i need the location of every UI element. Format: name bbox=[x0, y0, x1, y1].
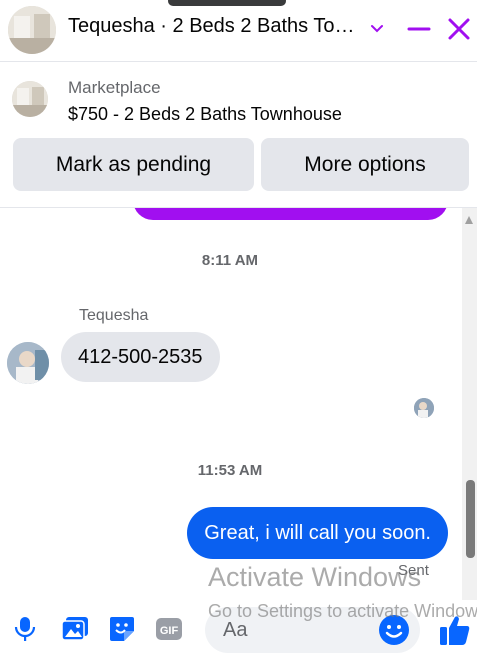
gif-label: GIF bbox=[160, 625, 179, 637]
listing-title[interactable]: $750 - 2 Beds 2 Baths Townhouse bbox=[68, 104, 342, 125]
incoming-message-bubble[interactable]: 412-500-2535 bbox=[61, 332, 220, 382]
scroll-up-arrow-icon[interactable] bbox=[465, 216, 473, 224]
microphone-icon[interactable] bbox=[10, 614, 40, 644]
chevron-down-icon[interactable] bbox=[362, 14, 392, 44]
marketplace-listing-panel: Marketplace $750 - 2 Beds 2 Baths Townho… bbox=[0, 63, 477, 208]
conversation-title[interactable]: Tequesha · 2 Beds 2 Baths Townhouse bbox=[68, 15, 358, 38]
photo-icon[interactable] bbox=[60, 614, 90, 644]
minimize-icon[interactable] bbox=[404, 14, 434, 44]
avatar[interactable] bbox=[7, 342, 49, 384]
timestamp: 11:53 AM bbox=[197, 462, 263, 479]
previous-outgoing-bubble bbox=[133, 208, 448, 220]
sender-name: Tequesha bbox=[79, 307, 149, 324]
sticker-icon[interactable] bbox=[107, 614, 137, 644]
listing-avatar[interactable] bbox=[8, 6, 56, 54]
activate-windows-subtext: Go to Settings to activate Windows. bbox=[208, 601, 477, 621]
message-thread[interactable]: 8:11 AM Tequesha 412-500-2535 11:53 AM G… bbox=[0, 208, 460, 600]
seen-indicator-avatar bbox=[414, 398, 434, 418]
top-tab-indicator bbox=[168, 0, 286, 6]
chat-header: Tequesha · 2 Beds 2 Baths Townhouse bbox=[0, 0, 477, 62]
marketplace-label: Marketplace bbox=[68, 78, 161, 97]
outgoing-message-bubble[interactable]: Great, i will call you soon. bbox=[187, 507, 448, 559]
mark-as-pending-button[interactable]: Mark as pending bbox=[13, 138, 254, 191]
more-options-button[interactable]: More options bbox=[261, 138, 469, 191]
close-icon[interactable] bbox=[444, 14, 474, 44]
gif-icon[interactable]: GIF bbox=[154, 614, 184, 644]
scrollbar-thumb[interactable] bbox=[466, 480, 475, 558]
listing-thumbnail[interactable] bbox=[12, 81, 48, 117]
activate-windows-watermark: Activate Windows bbox=[208, 562, 422, 592]
timestamp: 8:11 AM bbox=[201, 252, 259, 269]
scrollbar[interactable] bbox=[462, 208, 477, 600]
